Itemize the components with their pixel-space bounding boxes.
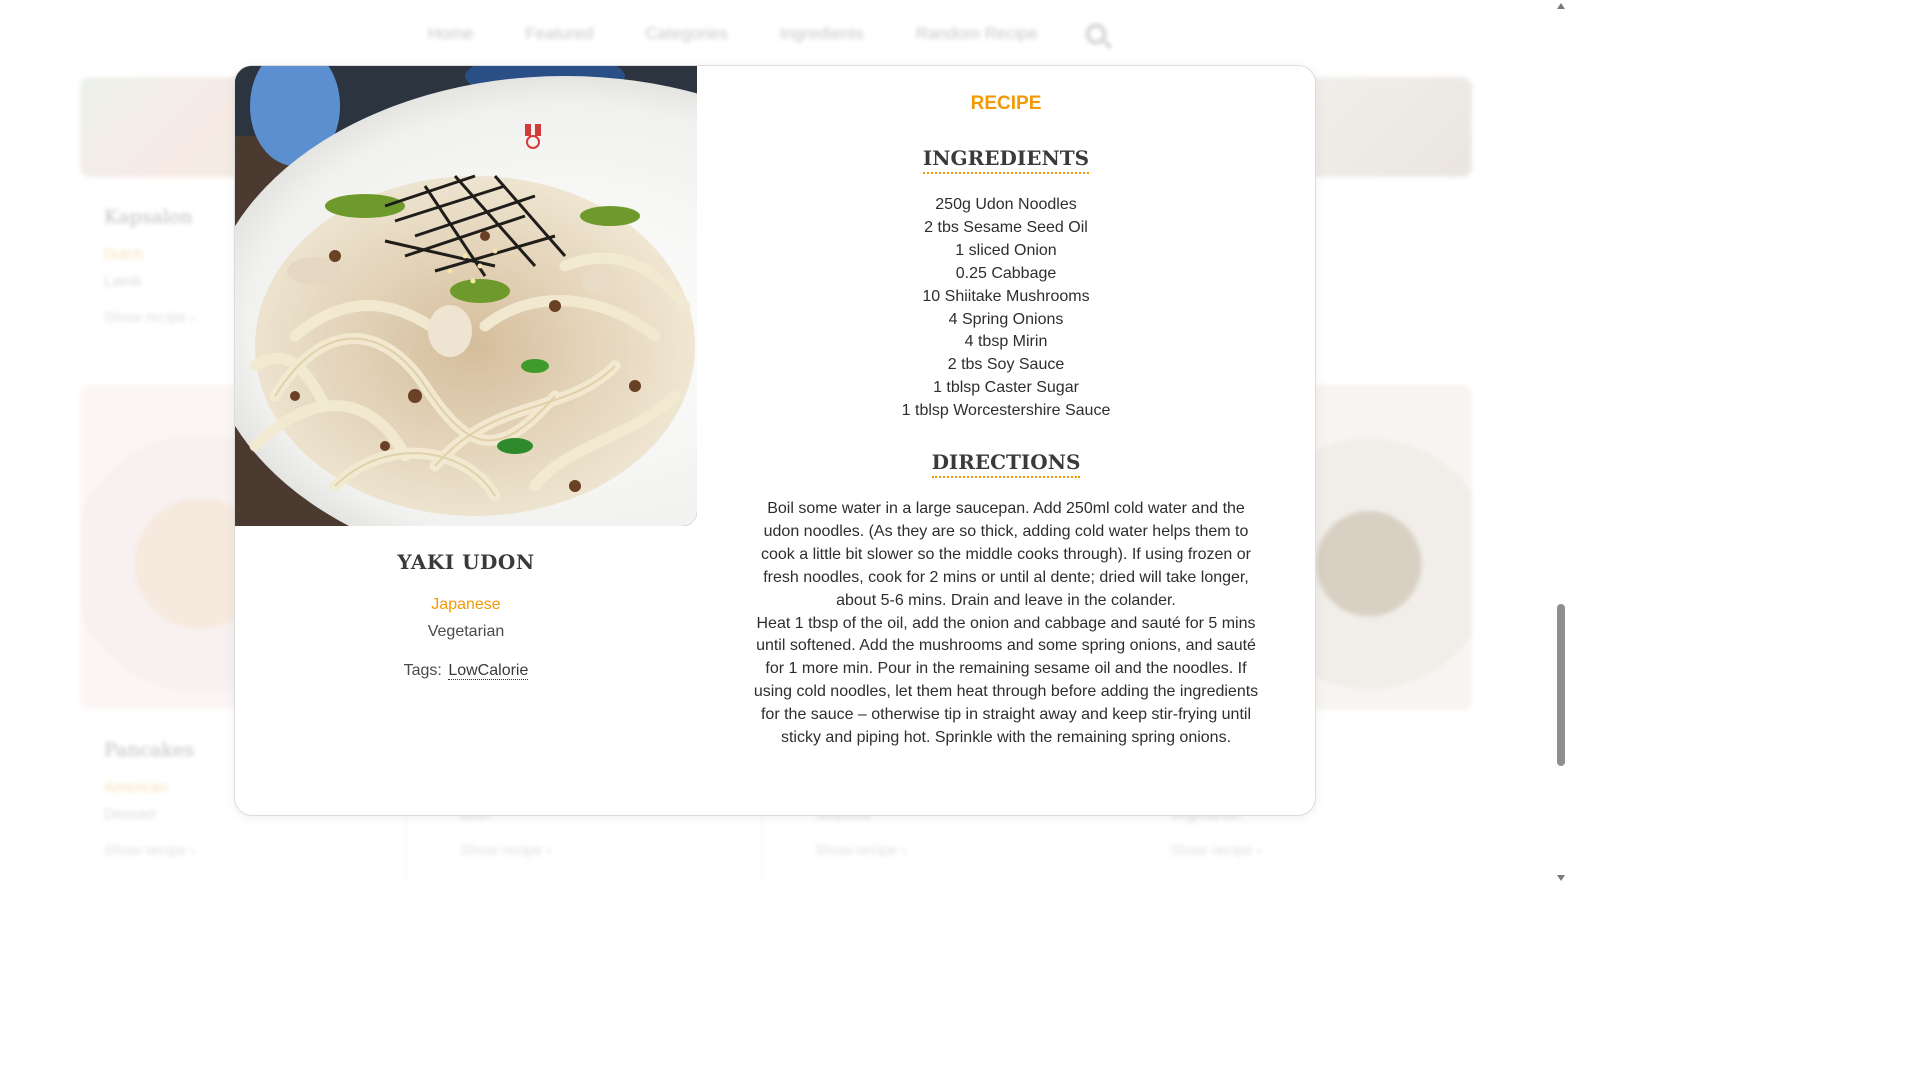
show-recipe-link[interactable]: Show recipe › [104,309,196,326]
top-nav: Home Featured Categories Ingredients Ran… [428,24,1106,44]
scroll-down-arrow-icon[interactable] [1557,875,1565,881]
card-cuisine: Dutch [104,246,144,263]
ingredient-item: 1 tblsp Worcestershire Sauce [901,402,1111,420]
card-title: Kapsalon [104,206,193,228]
scrollbar-thumb[interactable] [1557,604,1565,766]
card-category: Lamb [104,273,142,290]
scroll-up-arrow-icon[interactable] [1557,3,1565,9]
recipe-modal: YAKI UDON Japanese Vegetarian Tags: LowC… [234,65,1316,816]
ingredient-item: 2 tbs Sesame Seed Oil [924,218,1088,236]
nav-featured[interactable]: Featured [525,24,593,44]
nav-random-recipe[interactable]: Random Recipe [916,24,1038,44]
show-recipe-link[interactable]: Show recipe › [1170,842,1262,859]
direction-step: Heat 1 tbsp of the oil, add the onion an… [753,614,1259,747]
card-cuisine: American [104,779,168,796]
show-recipe-link[interactable]: Show recipe › [815,842,907,859]
ingredients-heading: INGREDIENTS [735,146,1277,174]
ingredient-item: 10 Shiitake Mushrooms [922,287,1090,305]
ingredient-item: 4 tbsp Mirin [964,333,1048,351]
show-recipe-link[interactable]: Show recipe › [460,842,552,859]
ingredient-item: 1 tblsp Caster Sugar [933,379,1079,397]
card-image [1300,385,1472,710]
directions-heading-text: DIRECTIONS [931,450,1081,478]
card-category: Dessert [104,806,156,823]
recipe-section-label: RECIPE [970,93,1042,114]
nav-home[interactable]: Home [428,24,473,44]
recipe-title: YAKI UDON [397,550,535,574]
nav-categories[interactable]: Categories [645,24,727,44]
page-scrollbar[interactable] [1554,0,1568,884]
ingredient-item: 2 tbs Soy Sauce [947,356,1065,374]
recipe-category: Vegetarian [427,623,505,640]
ingredient-item: 1 sliced Onion [955,241,1057,259]
ingredient-item: 4 Spring Onions [948,310,1064,328]
nav-ingredients[interactable]: Ingredients [780,24,864,44]
card-title: Pancakes [104,739,194,761]
recipe-cuisine: Japanese [431,596,501,613]
tags-label: Tags: [403,662,442,679]
ingredient-item: 250g Udon Noodles [935,196,1077,213]
recipe-photo [235,66,697,526]
search-icon[interactable] [1085,24,1106,44]
ingredients-heading-text: INGREDIENTS [922,146,1090,174]
ingredients-list: 250g Udon Noodles 2 tbs Sesame Seed Oil … [735,194,1277,423]
directions-heading: DIRECTIONS [735,450,1277,478]
yaki-udon-image [235,66,697,526]
directions-text: Boil some water in a large saucepan. Add… [753,498,1259,750]
card-image [1300,77,1472,177]
show-recipe-link[interactable]: Show recipe › [104,842,196,859]
direction-step: Boil some water in a large saucepan. Add… [760,500,1251,609]
recipe-tags: Tags: LowCalorie [235,662,697,680]
ingredient-item: 0.25 Cabbage [955,264,1057,282]
tag-link[interactable]: LowCalorie [448,662,529,680]
